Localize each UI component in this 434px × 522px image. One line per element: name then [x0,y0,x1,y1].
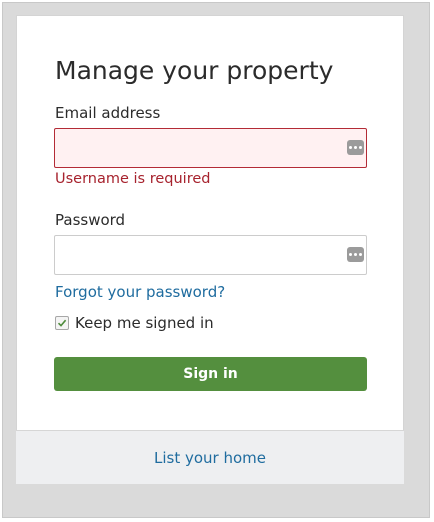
email-label: Email address [55,104,161,122]
sign-in-button[interactable]: Sign in [54,357,367,391]
footer-bar: List your home [16,430,404,484]
password-label: Password [55,211,126,229]
checkmark-icon [57,319,67,327]
remember-me[interactable]: Keep me signed in [55,314,214,332]
page-title: Manage your property [55,56,334,85]
remember-me-checkbox[interactable] [55,316,69,330]
remember-me-label: Keep me signed in [75,314,214,332]
email-error-message: Username is required [55,171,211,187]
list-your-home-link[interactable]: List your home [154,449,266,467]
password-field[interactable] [54,235,367,275]
email-field[interactable] [54,128,367,168]
email-input[interactable] [55,129,335,167]
forgot-password-link[interactable]: Forgot your password? [55,283,225,301]
password-manager-icon[interactable] [347,140,364,155]
password-manager-icon[interactable] [347,247,364,262]
password-input[interactable] [55,236,335,274]
login-card: Manage your property Email address Usern… [16,15,404,484]
